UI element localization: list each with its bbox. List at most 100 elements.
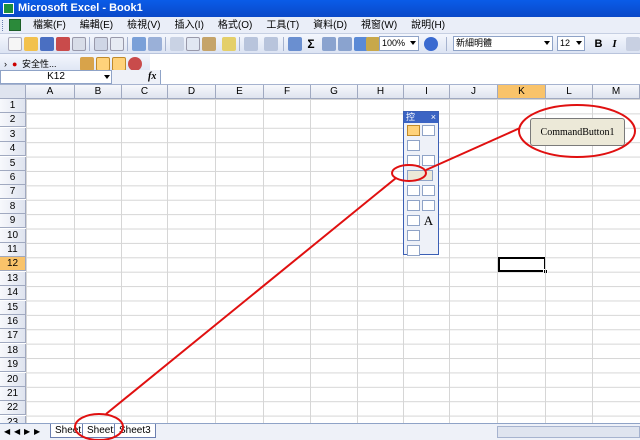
row-header-3[interactable]: 3 xyxy=(0,127,26,142)
undo-icon[interactable] xyxy=(244,37,258,51)
row-header-14[interactable]: 14 xyxy=(0,286,26,301)
label-control-icon[interactable]: A xyxy=(422,214,435,227)
column-header-B[interactable]: B xyxy=(75,85,122,99)
research-icon[interactable] xyxy=(148,37,162,51)
column-header-L[interactable]: L xyxy=(546,85,593,99)
row-header-21[interactable]: 21 xyxy=(0,387,26,401)
hyperlink-icon[interactable] xyxy=(288,37,302,51)
active-cell-cursor[interactable] xyxy=(498,257,548,274)
column-header-C[interactable]: C xyxy=(122,85,168,99)
workbook-icon[interactable] xyxy=(9,19,21,31)
new-icon[interactable] xyxy=(8,37,22,51)
menu-item-2[interactable]: 檢視(V) xyxy=(120,17,167,34)
italic-button[interactable]: I xyxy=(608,37,621,51)
menubar-grip-icon[interactable] xyxy=(2,20,5,31)
row-header-19[interactable]: 19 xyxy=(0,358,26,373)
listbox-icon[interactable] xyxy=(422,185,435,196)
font-name-select[interactable]: 新細明體 xyxy=(453,36,553,51)
open-icon[interactable] xyxy=(24,37,38,51)
email-icon[interactable] xyxy=(72,37,86,51)
spin-button-icon[interactable] xyxy=(407,215,420,226)
control-toolbox-icon[interactable] xyxy=(96,57,110,71)
prev-sheet-icon[interactable]: ◀ xyxy=(14,426,20,438)
copy-icon[interactable] xyxy=(186,37,200,51)
column-header-D[interactable]: D xyxy=(168,85,216,99)
save-icon[interactable] xyxy=(40,37,54,51)
sort-ascending-icon[interactable] xyxy=(322,37,336,51)
menu-item-3[interactable]: 插入(I) xyxy=(167,17,210,34)
row-header-2[interactable]: 2 xyxy=(0,113,26,128)
column-header-H[interactable]: H xyxy=(358,85,404,99)
align-left-icon[interactable] xyxy=(626,37,640,51)
column-header-J[interactable]: J xyxy=(450,85,498,99)
name-box[interactable]: K12 xyxy=(0,70,112,84)
column-header-E[interactable]: E xyxy=(216,85,264,99)
security-button[interactable]: 安全性... xyxy=(22,57,57,71)
formula-input[interactable] xyxy=(160,70,640,84)
column-header-A[interactable]: A xyxy=(26,85,75,99)
menu-item-5[interactable]: 工具(T) xyxy=(259,17,306,34)
chevron-down-icon[interactable] xyxy=(104,75,110,79)
row-header-20[interactable]: 20 xyxy=(0,372,26,387)
column-header-M[interactable]: M xyxy=(593,85,640,99)
view-code-icon[interactable] xyxy=(407,140,420,151)
font-size-select[interactable]: 12 xyxy=(557,36,585,51)
next-sheet-icon[interactable]: ▶ xyxy=(24,426,30,438)
horizontal-scrollbar[interactable] xyxy=(497,426,640,438)
column-header-I[interactable]: I xyxy=(404,85,450,99)
close-icon[interactable]: × xyxy=(431,112,436,123)
combobox-icon[interactable] xyxy=(407,200,420,211)
permission-icon[interactable] xyxy=(56,37,70,51)
checkbox-icon[interactable] xyxy=(407,155,420,166)
row-header-1[interactable]: 1 xyxy=(0,99,26,113)
visual-basic-editor-icon[interactable] xyxy=(80,57,94,71)
spelling-icon[interactable] xyxy=(132,37,146,51)
autosum-icon[interactable]: Σ xyxy=(304,37,318,51)
menu-item-0[interactable]: 檔案(F) xyxy=(26,17,73,34)
toolbar-options-icon[interactable]: › xyxy=(4,57,12,71)
row-header-13[interactable]: 13 xyxy=(0,271,26,286)
menu-item-8[interactable]: 說明(H) xyxy=(404,17,452,34)
print-preview-icon[interactable] xyxy=(110,37,124,51)
sheet-tab-3[interactable]: Sheet3 xyxy=(114,424,156,438)
cells-area[interactable] xyxy=(26,99,640,423)
row-header-18[interactable]: 18 xyxy=(0,343,26,358)
row-header-22[interactable]: 22 xyxy=(0,401,26,416)
row-header-9[interactable]: 9 xyxy=(0,214,26,229)
row-header-16[interactable]: 16 xyxy=(0,315,26,329)
row-header-6[interactable]: 6 xyxy=(0,171,26,185)
select-all-corner[interactable] xyxy=(0,85,26,99)
command-button-icon[interactable] xyxy=(407,170,433,181)
row-header-12[interactable]: 12 xyxy=(0,257,26,272)
design-mode-icon[interactable] xyxy=(407,125,420,136)
design-mode-icon[interactable] xyxy=(112,57,126,71)
drawing-icon[interactable] xyxy=(366,37,380,51)
more-controls-icon[interactable] xyxy=(407,245,420,256)
column-header-G[interactable]: G xyxy=(311,85,358,99)
controls-toolbar-titlebar[interactable]: 控 × xyxy=(404,112,438,123)
paste-icon[interactable] xyxy=(202,37,216,51)
row-header-17[interactable]: 17 xyxy=(0,329,26,344)
column-header-K[interactable]: K xyxy=(498,85,546,99)
toggle-button-icon[interactable] xyxy=(422,200,435,211)
first-sheet-icon[interactable]: ◀ xyxy=(4,426,10,438)
row-header-7[interactable]: 7 xyxy=(0,185,26,200)
image-control-icon[interactable] xyxy=(407,230,420,241)
last-sheet-icon[interactable]: ▶ xyxy=(34,426,40,438)
script-editor-icon[interactable] xyxy=(128,57,142,71)
properties-icon[interactable] xyxy=(422,125,435,136)
redo-icon[interactable] xyxy=(264,37,278,51)
row-header-15[interactable]: 15 xyxy=(0,300,26,315)
option-button-icon[interactable] xyxy=(407,185,420,196)
print-icon[interactable] xyxy=(94,37,108,51)
menu-item-1[interactable]: 編輯(E) xyxy=(73,17,120,34)
menu-item-4[interactable]: 格式(O) xyxy=(211,17,259,34)
row-header-23[interactable]: 23 xyxy=(0,415,26,423)
controls-floating-toolbar[interactable]: 控 × A xyxy=(403,111,439,256)
zoom-select[interactable]: 100% xyxy=(379,36,419,51)
textbox-icon[interactable] xyxy=(422,155,435,166)
cut-icon[interactable] xyxy=(170,37,184,51)
menu-item-7[interactable]: 視窗(W) xyxy=(354,17,404,34)
sort-descending-icon[interactable] xyxy=(338,37,352,51)
help-icon[interactable] xyxy=(424,37,438,51)
